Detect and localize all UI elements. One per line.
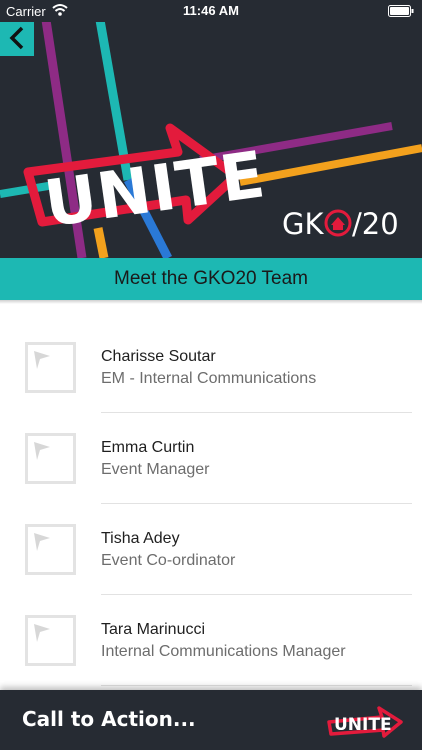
team-member-name: Charisse Soutar — [101, 348, 216, 365]
battery-icon — [388, 5, 414, 17]
call-to-action-bar[interactable]: Call to Action... UNITE — [0, 690, 422, 750]
status-time: 11:46 AM — [183, 3, 239, 18]
gko20-logo: GK /20 — [282, 204, 404, 241]
team-member-name: Tisha Adey — [101, 530, 180, 547]
unite-footer-text: UNITE — [334, 715, 392, 735]
back-button[interactable] — [0, 20, 34, 56]
team-member-row[interactable]: Tisha Adey Event Co-ordinator — [0, 504, 422, 595]
image-placeholder-icon — [34, 533, 50, 551]
call-to-action-button[interactable]: Call to Action... — [22, 707, 196, 731]
team-member-name: Tara Marinucci — [101, 621, 206, 638]
image-placeholder-icon — [34, 351, 50, 369]
avatar — [25, 342, 76, 393]
team-member-role: Event Manager — [101, 461, 210, 478]
row-divider — [101, 685, 412, 686]
unite-footer-logo: UNITE — [327, 706, 403, 738]
team-member-role: Event Co-ordinator — [101, 552, 236, 569]
team-member-row[interactable]: Emma Curtin Event Manager — [0, 413, 422, 504]
image-placeholder-icon — [34, 442, 50, 460]
gko-text-right: /20 — [352, 207, 399, 240]
status-bar: Carrier 11:46 AM — [0, 0, 422, 22]
title-bar-shadow — [0, 300, 422, 304]
hero-banner: UNITE GK /20 — [0, 0, 422, 258]
team-member-name: Emma Curtin — [101, 439, 195, 456]
team-member-row[interactable]: Tara Marinucci Internal Communications M… — [0, 595, 422, 686]
team-member-row[interactable]: Charisse Soutar EM - Internal Communicat… — [0, 322, 422, 413]
avatar — [25, 615, 76, 666]
team-member-role: EM - Internal Communications — [101, 370, 317, 387]
chevron-left-icon — [9, 26, 24, 50]
avatar — [25, 433, 76, 484]
page-title: Meet the GKO20 Team — [114, 268, 308, 289]
team-list: Charisse Soutar EM - Internal Communicat… — [0, 322, 422, 686]
avatar — [25, 524, 76, 575]
team-member-role: Internal Communications Manager — [101, 643, 346, 660]
image-placeholder-icon — [34, 624, 50, 642]
home-icon — [324, 209, 352, 237]
gko-text-left: GK — [282, 207, 324, 240]
section-title-bar: Meet the GKO20 Team — [0, 258, 422, 300]
unite-logo-text: UNITE — [40, 138, 270, 242]
